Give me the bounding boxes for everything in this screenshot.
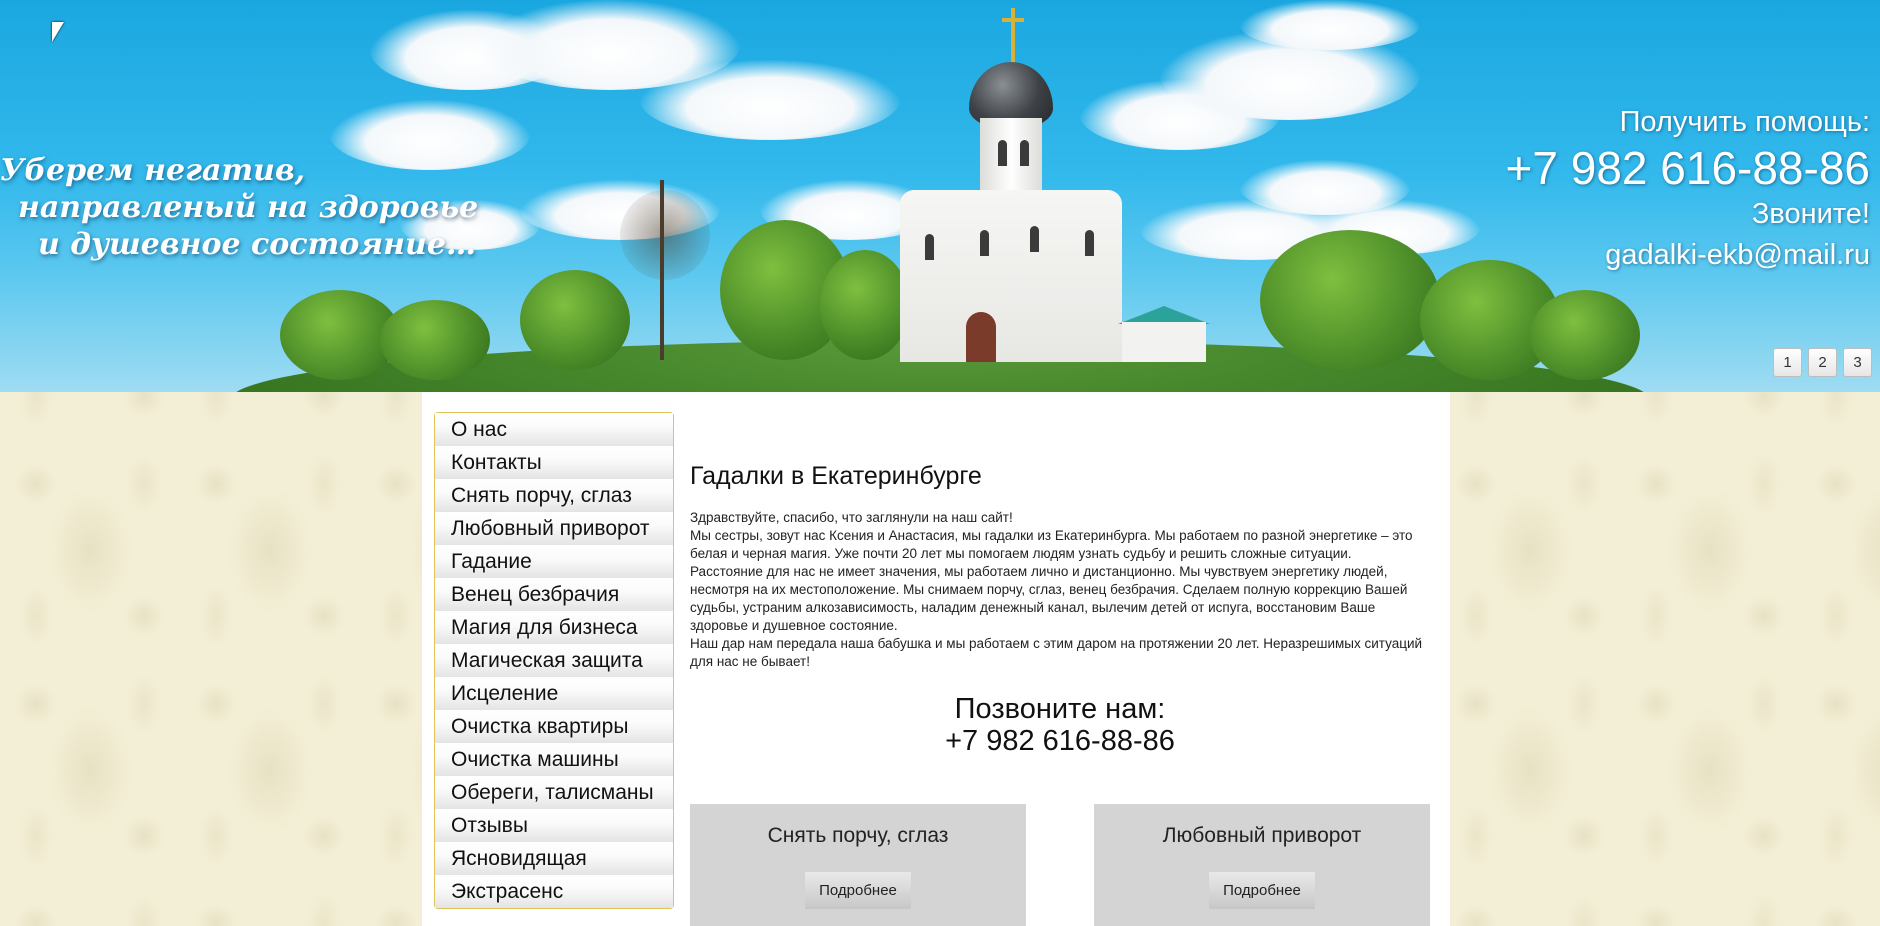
tree (520, 270, 630, 370)
tree (380, 300, 490, 380)
more-button[interactable]: Подробнее (1209, 872, 1315, 909)
sidebar-item-about[interactable]: О нас (435, 413, 673, 446)
mouse-cursor-icon (52, 22, 64, 42)
call-us-label: Позвоните нам: (954, 693, 1166, 725)
sidebar-item-celibacy-crown[interactable]: Венец безбрачия (435, 578, 673, 611)
tree (820, 250, 910, 360)
intro-paragraph: Расстояние для нас не имеет значения, мы… (690, 564, 1408, 633)
page-title: Гадалки в Екатеринбурге (690, 462, 982, 490)
church-cross (1011, 8, 1015, 64)
sidebar-item-apartment-cleansing[interactable]: Очистка квартиры (435, 710, 673, 743)
church-window (1030, 226, 1039, 252)
service-card-title: Снять порчу, сглаз (767, 824, 949, 847)
slogan-line: Уберем негатив, (0, 153, 306, 188)
intro-paragraph: Мы сестры, зовут нас Ксения и Анастасия,… (690, 528, 1413, 561)
call-us-phone[interactable]: +7 982 616-88-86 (690, 725, 1430, 757)
church-drum (980, 118, 1042, 200)
church-window (925, 234, 934, 260)
intro-paragraph: Наш дар нам передала наша бабушка и мы р… (690, 636, 1423, 669)
church-window (998, 140, 1007, 166)
main-content: Гадалки в Екатеринбурге Здравствуйте, сп… (690, 392, 1430, 926)
tree (1260, 230, 1440, 370)
header-email-link[interactable]: gadalki-ekb@mail.ru (1506, 232, 1870, 278)
tree (1530, 290, 1640, 380)
side-house (1122, 322, 1206, 362)
call-label: Звоните! (1751, 198, 1870, 230)
church-window (980, 230, 989, 256)
church-window (1020, 140, 1029, 166)
intro-text: Здравствуйте, спасибо, что заглянули на … (690, 509, 1430, 671)
sidebar-item-amulets[interactable]: Обереги, талисманы (435, 776, 673, 809)
banner-slogan: Уберем негатив, направленый на здоровье … (0, 152, 520, 263)
slider-page-3-button[interactable]: 3 (1843, 348, 1872, 377)
header-banner: Уберем негатив, направленый на здоровье … (0, 0, 1880, 392)
cloud (1240, 0, 1420, 50)
service-card-title: Любовный приворот (1162, 824, 1362, 847)
slider-pager: 1 2 3 (1773, 348, 1872, 377)
service-card: Любовный приворот Подробнее (1094, 804, 1430, 926)
sidebar-item-contacts[interactable]: Контакты (435, 446, 673, 479)
slogan-line: направленый на здоровье (18, 190, 479, 225)
church-cross (1002, 18, 1024, 22)
more-button[interactable]: Подробнее (805, 872, 911, 909)
intro-paragraph: Здравствуйте, спасибо, что заглянули на … (690, 510, 1013, 525)
tree (620, 190, 710, 280)
slider-page-1-button[interactable]: 1 (1773, 348, 1802, 377)
header-phone[interactable]: +7 982 616-88-86 (1506, 140, 1870, 196)
sidebar-item-clairvoyant[interactable]: Ясновидящая (435, 842, 673, 875)
sidebar-item-psychic[interactable]: Экстрасенс (435, 875, 673, 908)
cloud (640, 60, 900, 140)
slider-page-2-button[interactable]: 2 (1808, 348, 1837, 377)
main-container: О нас Контакты Снять порчу, сглаз Любовн… (422, 392, 1450, 926)
sidebar-item-fortune-telling[interactable]: Гадание (435, 545, 673, 578)
sidebar-item-love-spell[interactable]: Любовный приворот (435, 512, 673, 545)
slogan-line: и душевное состояние… (38, 227, 476, 262)
sidebar-item-reviews[interactable]: Отзывы (435, 809, 673, 842)
call-us-block: Позвоните нам: +7 982 616-88-86 (690, 693, 1430, 757)
sidebar-item-healing[interactable]: Исцеление (435, 677, 673, 710)
sidebar-nav: О нас Контакты Снять порчу, сглаз Любовн… (434, 412, 674, 909)
church-door (966, 312, 996, 362)
sidebar-item-remove-curse[interactable]: Снять порчу, сглаз (435, 479, 673, 512)
sidebar-item-car-cleansing[interactable]: Очистка машины (435, 743, 673, 776)
church-building (900, 190, 1122, 362)
service-card: Снять порчу, сглаз Подробнее (690, 804, 1026, 926)
header-contact: Получить помощь: +7 982 616-88-86 Звонит… (1506, 104, 1870, 278)
sidebar-item-business-magic[interactable]: Магия для бизнеса (435, 611, 673, 644)
help-label: Получить помощь: (1619, 106, 1870, 138)
sidebar-item-magic-protection[interactable]: Магическая защита (435, 644, 673, 677)
church-window (1085, 230, 1094, 256)
